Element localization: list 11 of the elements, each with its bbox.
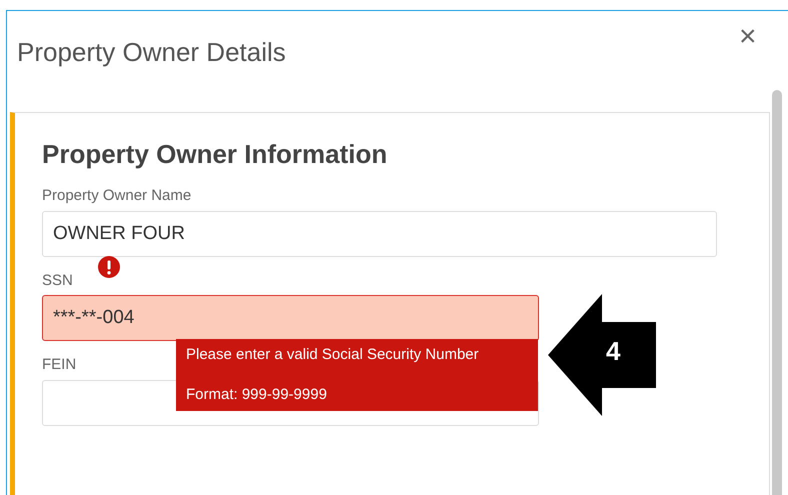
dialog-title: Property Owner Details	[17, 37, 286, 69]
step-number: 4	[606, 338, 620, 364]
field-label: SSN	[42, 270, 73, 291]
field-label: Property Owner Name	[42, 186, 192, 206]
input-field[interactable]: OWNER FOUR	[42, 210, 717, 257]
error-message: Format: 999-99-9999	[186, 384, 328, 405]
error-message: Please enter a valid Social Security Number	[186, 344, 480, 365]
field-label: FEIN	[42, 355, 76, 376]
close-button[interactable]: ×	[735, 22, 761, 52]
section-heading: Property Owner Information	[42, 139, 388, 170]
input-field[interactable]: ***-**-004	[42, 295, 539, 342]
